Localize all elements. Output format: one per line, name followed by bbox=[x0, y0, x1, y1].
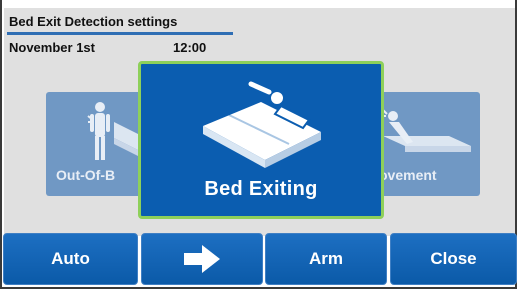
movement-tile-label: ovement bbox=[379, 167, 437, 183]
arm-button[interactable]: Arm bbox=[265, 233, 387, 285]
bed-exiting-mode-card[interactable]: Bed Exiting bbox=[138, 61, 384, 219]
out-of-bed-icon bbox=[87, 102, 146, 160]
page-title: Bed Exit Detection settings bbox=[9, 14, 178, 29]
close-button[interactable]: Close bbox=[390, 233, 517, 285]
title-underline bbox=[7, 32, 233, 35]
auto-button[interactable]: Auto bbox=[3, 233, 138, 285]
arrow-right-icon bbox=[184, 245, 220, 273]
movement-icon bbox=[381, 109, 471, 152]
time-label: 12:00 bbox=[173, 40, 207, 55]
out-of-bed-tile-label: Out-Of-B bbox=[56, 167, 116, 183]
next-button[interactable] bbox=[141, 233, 263, 285]
date-label: November 1st bbox=[9, 40, 95, 55]
bed-exiting-icon bbox=[203, 81, 321, 168]
bed-exit-settings-screen: Bed Exit Detection settings November 1st… bbox=[0, 0, 517, 289]
bed-exiting-label: Bed Exiting bbox=[204, 178, 318, 200]
